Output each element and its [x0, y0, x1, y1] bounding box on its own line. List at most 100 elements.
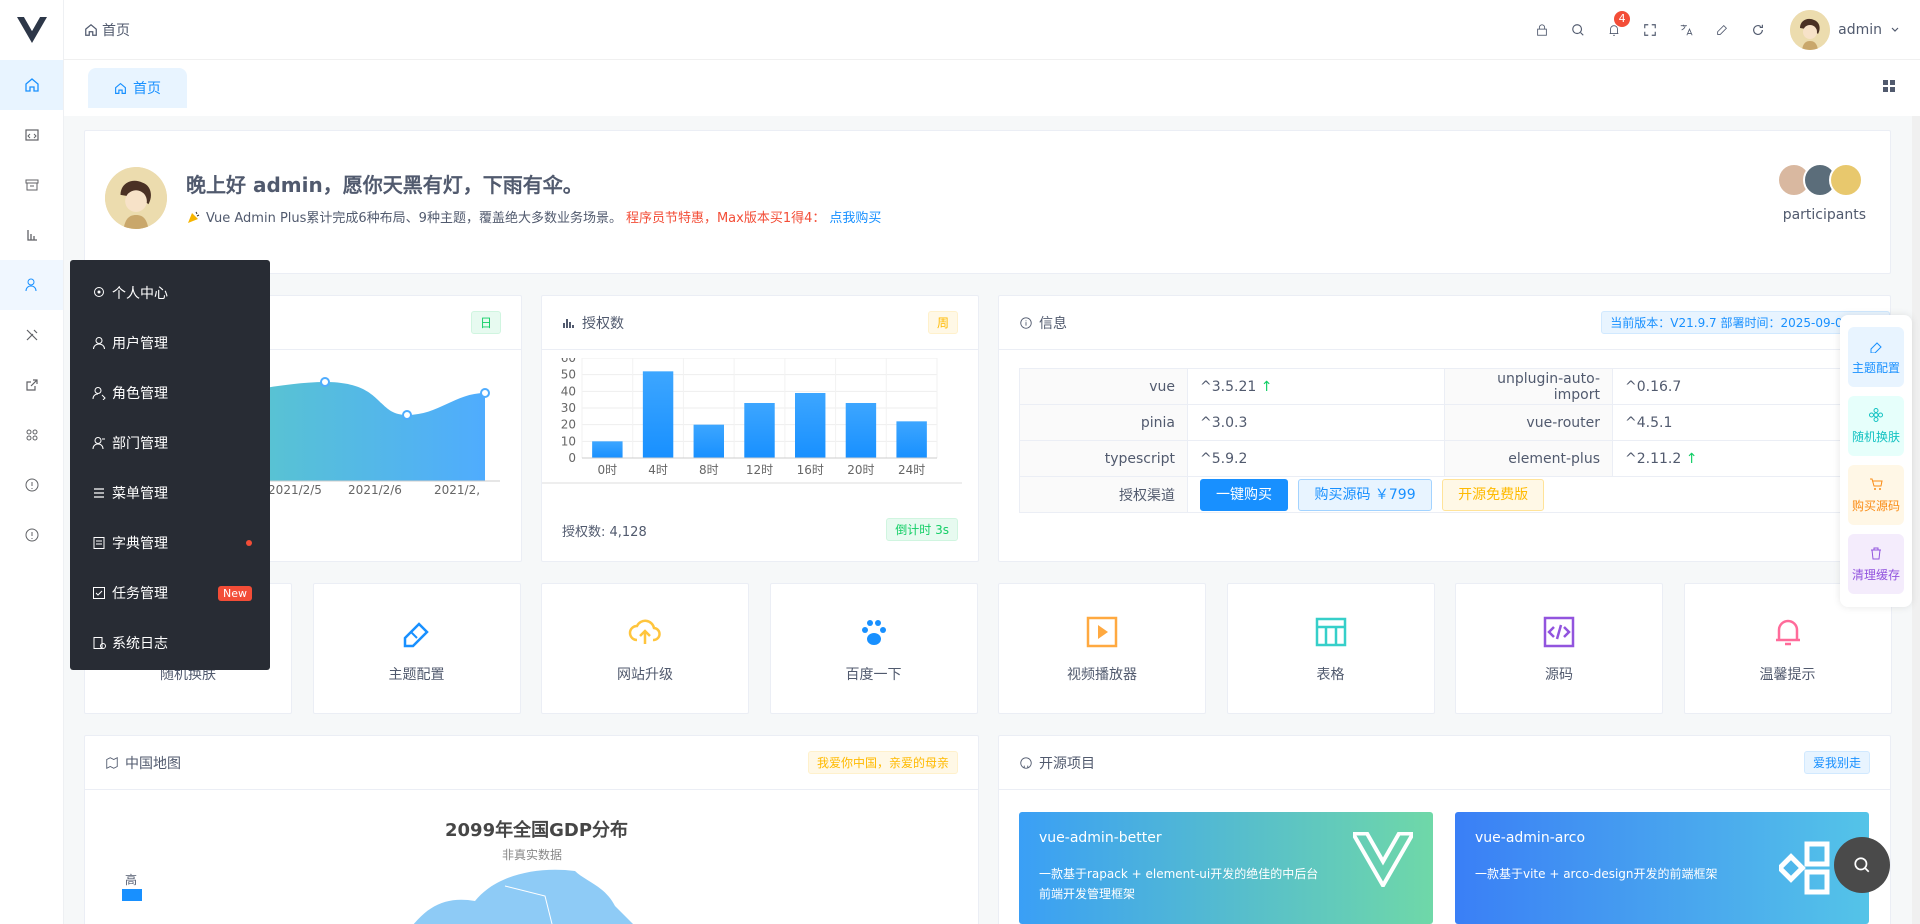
dep-version: ^4.5.1 — [1625, 414, 1673, 431]
lock-icon[interactable] — [1534, 22, 1550, 38]
info-icon — [1020, 316, 1032, 329]
participant-avatar — [1829, 163, 1864, 197]
bar — [642, 371, 674, 458]
search-icon — [1854, 857, 1870, 873]
map-title: 2099年全国GDP分布 — [445, 820, 629, 841]
bell-icon[interactable]: 4 — [1606, 10, 1631, 38]
book-icon — [93, 537, 105, 549]
countdown-tag: 倒计时 3s — [886, 518, 958, 541]
project-item[interactable]: vue-admin-better 一款基于rapack + element-ui… — [1019, 812, 1433, 924]
sidebar-item-users[interactable] — [0, 260, 63, 310]
submenu-item[interactable]: 系统日志 — [70, 618, 270, 668]
submenu-item[interactable]: 角色管理 — [70, 368, 270, 418]
header: 首页 4 admin — [64, 0, 1920, 60]
submenu-item[interactable]: 任务管理 New — [70, 568, 270, 618]
fullscreen-icon[interactable] — [1642, 22, 1658, 38]
x-tick-label: 2021/2, — [434, 483, 480, 497]
theme-icon[interactable] — [1714, 22, 1730, 38]
submenu-label: 用户管理 — [112, 336, 168, 352]
sidebar-item-home[interactable] — [0, 60, 63, 110]
home-icon — [85, 23, 97, 36]
home-icon — [115, 82, 126, 94]
x-tick-label: 0时 — [598, 463, 618, 477]
cloud-upload-icon — [628, 619, 661, 644]
project-item[interactable]: vue-admin-arco 一款基于vite + arco-design开发的… — [1455, 812, 1869, 924]
sidebar-item-code[interactable] — [0, 110, 63, 160]
quick-panel-item[interactable]: 清理缓存 — [1848, 534, 1904, 594]
sidebar-item-tools[interactable] — [0, 310, 63, 360]
breadcrumb[interactable]: 首页 — [84, 20, 130, 40]
tab-home[interactable]: 首页 — [88, 68, 187, 108]
translate-icon[interactable] — [1678, 22, 1694, 38]
sidebar-item-info[interactable] — [0, 460, 63, 510]
user-menu[interactable]: admin — [1790, 9, 1900, 50]
buy-now-button[interactable]: 一键购买 — [1200, 478, 1288, 511]
shortcut-tile[interactable]: 百度一下 — [769, 583, 978, 714]
sidebar — [0, 0, 64, 924]
tile-label: 网站升级 — [617, 666, 673, 683]
archive-icon — [25, 179, 38, 191]
github-icon — [1020, 756, 1032, 769]
tabs-bar: 首页 — [64, 60, 1920, 116]
users-submenu: 个人中心用户管理角色管理 部门管理 菜单管理 字典管理 任务管理 New 系统日志 — [70, 260, 270, 670]
chart-icon — [26, 230, 37, 241]
china-map — [414, 869, 633, 924]
quick-panel-label: 随机换肤 — [1851, 429, 1900, 444]
shortcut-tile[interactable]: 主题配置 — [312, 583, 521, 714]
x-tick-label: 16时 — [797, 463, 824, 477]
welcome-card: 晚上好 admin，愿你天黑有灯，下雨有伞。 Vue Admin Plus累计完… — [84, 130, 1891, 274]
dep-version: ^3.5.21 — [1200, 378, 1257, 395]
refresh-icon[interactable] — [1750, 22, 1766, 38]
sidebar-item-archive[interactable] — [0, 160, 63, 210]
search-fab[interactable] — [1834, 837, 1890, 893]
submenu-item[interactable]: 用户管理 — [70, 318, 270, 368]
info-row: pinia ^3.0.3 vue-router ^4.5.1 — [1019, 404, 1855, 441]
theme-icon — [1870, 341, 1882, 353]
sidebar-item-external[interactable] — [0, 360, 63, 410]
dep-name: vue-router — [1444, 404, 1613, 441]
vue-logo-icon — [16, 17, 47, 43]
username: admin — [1838, 21, 1882, 38]
tile-label: 源码 — [1545, 666, 1573, 683]
shortcut-tile[interactable]: 表格 — [1226, 583, 1435, 714]
quick-panel-item[interactable]: 随机换肤 — [1848, 396, 1904, 456]
vue-logo-icon — [1353, 832, 1413, 887]
area-point — [402, 410, 412, 420]
dep-version: ^3.0.3 — [1200, 414, 1248, 431]
tile-label: 百度一下 — [845, 666, 902, 683]
shortcut-tile[interactable]: 网站升级 — [541, 583, 749, 714]
info-row: typescript ^5.9.2 element-plus ^2.11.2 ↑ — [1019, 440, 1855, 477]
quick-panel-item[interactable]: 购买源码 — [1848, 465, 1904, 525]
right-quick-panel: 主题配置随机换肤购买源码清理缓存 — [1840, 315, 1912, 607]
scrollbar[interactable] — [1912, 116, 1920, 924]
participants: participants — [1777, 163, 1866, 223]
party-icon — [188, 211, 200, 223]
avatar — [105, 167, 167, 229]
grid-icon[interactable] — [1882, 79, 1896, 97]
sidebar-item-components[interactable] — [0, 410, 63, 460]
logo[interactable] — [0, 0, 63, 60]
shortcut-tile[interactable]: 视频播放器 — [998, 583, 1206, 714]
skin-icon — [1869, 407, 1883, 422]
external-link-icon — [25, 379, 38, 391]
breadcrumb-label: 首页 — [102, 22, 130, 39]
submenu-item[interactable]: 菜单管理 — [70, 468, 270, 518]
chevron-down-icon — [1891, 27, 1899, 32]
search-icon[interactable] — [1570, 22, 1586, 38]
buy-source-button[interactable]: 购买源码 ￥799 — [1298, 478, 1432, 511]
sidebar-item-chart[interactable] — [0, 210, 63, 260]
participants-label: participants — [1782, 207, 1866, 223]
buy-link[interactable]: 点我购买 — [829, 207, 881, 226]
tile-label: 温馨提示 — [1759, 666, 1816, 683]
submenu-item[interactable]: 个人中心 — [70, 268, 270, 318]
legend-bar — [122, 889, 142, 901]
submenu-item[interactable]: 部门管理 — [70, 418, 270, 468]
shortcut-tile[interactable]: 源码 — [1455, 583, 1663, 714]
submenu-item[interactable]: 字典管理 — [70, 518, 270, 568]
free-version-button[interactable]: 开源免费版 — [1442, 478, 1545, 511]
quick-panel-item[interactable]: 主题配置 — [1848, 327, 1904, 387]
sidebar-item-error[interactable] — [0, 510, 63, 560]
bar-chart-icon — [563, 318, 574, 328]
legend-high: 高 — [125, 873, 138, 887]
bar — [845, 403, 877, 458]
